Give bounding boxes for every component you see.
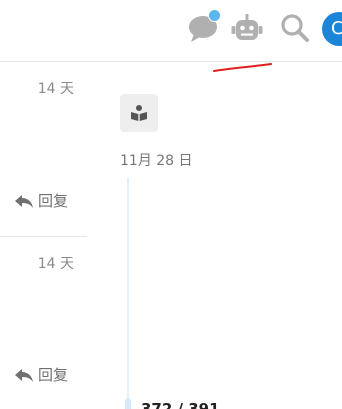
search-button[interactable] [278,11,312,45]
book-reader-icon [131,105,147,121]
timeline-summary-button[interactable] [120,94,158,132]
reply-arrow-icon [15,194,33,208]
red-annotation-mark [213,63,272,72]
reply-label: 回复 [38,366,69,384]
reply-label: 回复 [38,192,69,210]
page: C 14 天 回复 14 天 回复 11月 28 日 372 / 391 [0,0,342,409]
header-divider [0,61,342,62]
assistant-bot-button[interactable] [230,11,264,45]
post-divider [0,236,87,237]
search-icon [281,14,309,42]
timeline-track[interactable] [127,178,129,409]
timeline-post-counter: 372 / 391 [141,400,220,409]
user-avatar[interactable]: C [322,12,342,46]
robot-icon [231,14,263,40]
reply-button[interactable]: 回复 [14,364,68,385]
timeline-date[interactable]: 11月 28 日 [120,150,193,170]
reply-arrow-icon [15,368,33,382]
timeline-scroll-handle[interactable] [125,398,131,409]
reply-button[interactable]: 回复 [14,190,68,211]
notification-dot [208,9,221,22]
site-header: C [0,0,342,61]
post-age[interactable]: 14 天 [0,253,74,273]
post-age[interactable]: 14 天 [0,78,74,98]
